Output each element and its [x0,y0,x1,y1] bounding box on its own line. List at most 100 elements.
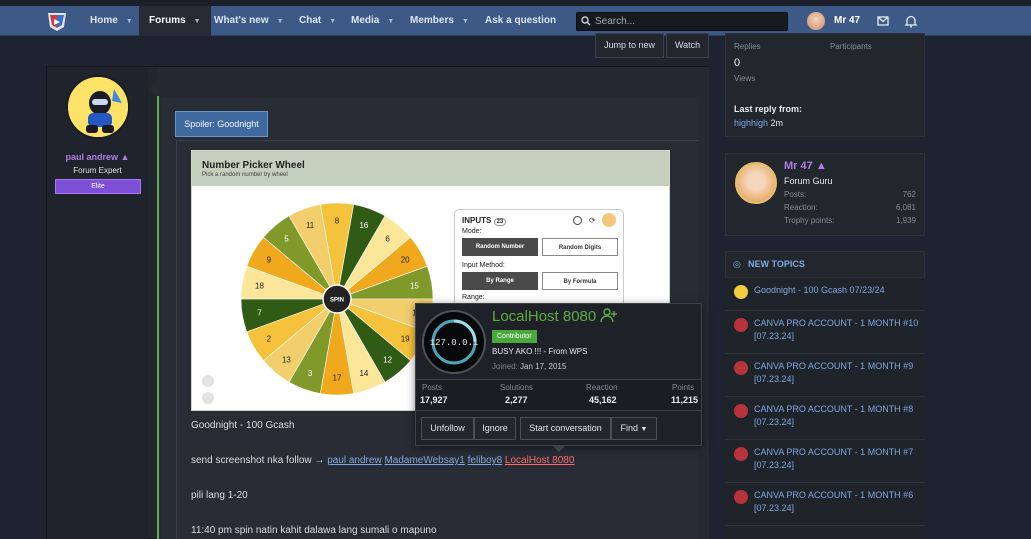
badge-icon: ▲ [120,152,130,162]
random-number-button[interactable]: Random Number [462,238,538,256]
wheel-number: 12 [383,355,392,364]
wheel-number: 19 [401,334,410,343]
list-item[interactable]: CANVA PRO ACCOUNT - 1 MONTH #7 [07.23.24… [725,440,925,483]
chevron-down-icon[interactable]: ▼ [194,7,201,37]
range-label: Range: [462,294,485,301]
list-item[interactable]: CANVA PRO ACCOUNT - 1 MONTH #10 [07.23.2… [725,311,925,354]
new-topics-icon: ◎ [733,259,741,269]
list-item[interactable]: CANVA PRO ACCOUNT - 1 MONTH #9 [07.23.24… [725,354,925,397]
reaction-label: Reaction: [784,203,818,212]
chevron-down-icon[interactable]: ▼ [329,7,336,37]
chevron-down-icon[interactable]: ▼ [126,7,133,37]
participants-label: Participants [830,42,872,51]
refresh-icon[interactable]: ⟳ [589,216,596,225]
post-highlight-bar [157,96,159,539]
start-conversation-button[interactable]: Start conversation [520,417,611,440]
nav-whats-new[interactable]: What's new ▼ [204,6,294,36]
spoiler-button[interactable]: Spoiler: Goodnight [175,111,268,137]
list-item[interactable]: CANVA PRO ACCOUNT - 1 MONTH #8 [07.23.24… [725,397,925,440]
tooltip-tail [553,446,565,452]
top-navbar: Home ▼ Forums ▼ What's new ▼ Chat ▼ Media ▼ M… [0,6,1031,36]
input-method-label: Input Method: [462,262,505,269]
eye-icon[interactable] [202,375,214,387]
stat-value: 17,927 [420,395,448,405]
search-placeholder: Search... [595,16,636,27]
avatar[interactable] [66,75,130,139]
thread-info-box: Replies Participants 0 Views Last reply … [725,33,925,137]
stat-label: Solutions [500,383,533,392]
avatar [734,318,748,332]
avatar [807,12,825,30]
nav-members[interactable]: Members ▼ [400,6,479,36]
wheel-title: Number Picker Wheel [202,160,305,171]
nav-ask-question[interactable]: Ask a question [475,6,566,36]
stat-value: 2,277 [505,395,528,405]
history-icon[interactable] [202,392,214,404]
last-reply-label: Last reply from: [734,104,803,114]
spin-label[interactable]: SPIN [330,298,344,304]
watch-button[interactable]: Watch [666,33,710,58]
nav-media[interactable]: Media ▼ [341,6,404,36]
search-input[interactable]: Search... [576,12,788,31]
add-user-icon[interactable] [600,307,618,323]
member-name[interactable]: LocalHost 8080 [492,307,618,325]
user-menu[interactable]: Mr 47 [807,11,867,31]
bell-icon[interactable] [902,12,920,30]
post-line-2: send screenshot nka follow → paul andrew… [191,455,575,466]
nav-chat[interactable]: Chat ▼ [289,6,346,36]
trophy-value: 1,939 [895,216,916,225]
avatar[interactable]: 127.0.0.1 [422,310,486,374]
last-reply-user[interactable]: highhigh [734,118,768,128]
list-item[interactable]: Goodnight - 100 Gcash 07/23/24 [725,278,925,311]
wheel-number: 11 [306,221,315,230]
wheel-number: 18 [255,281,264,290]
chevron-down-icon: ▼ [640,426,648,433]
unfollow-button[interactable]: Unfollow [421,417,474,440]
chevron-down-icon[interactable]: ▼ [462,7,469,37]
new-topics-title: NEW TOPICS [748,259,805,269]
envelope-icon[interactable] [874,12,892,30]
poster-title: Forum Expert [73,166,122,175]
member-stats: Posts 17,927 Solutions 2,277 Reaction 45… [416,379,701,411]
post-arrow [148,82,157,96]
chevron-down-icon[interactable]: ▼ [387,7,394,37]
mention-link[interactable]: paul andrew [327,455,381,466]
svg-text:127.0.0.1: 127.0.0.1 [430,338,479,348]
mention-link[interactable]: MadameWebsay1 [384,455,464,466]
mode-label: Mode: [462,228,482,235]
wheel-number: 7 [257,309,262,318]
poster-name[interactable]: paul andrew ▲ [47,152,148,162]
chevron-down-icon[interactable]: ▼ [277,7,284,37]
wheel-number: 15 [410,281,419,290]
wheel-subtitle: Pick a random number by wheel [202,172,288,178]
avatar[interactable] [735,162,777,204]
find-button[interactable]: Find ▼ [611,417,657,440]
member-joined: Joined: Jan 17, 2015 [492,362,567,371]
ignore-button[interactable]: Ignore [474,417,516,440]
info-icon[interactable] [602,213,616,227]
poster-badge: Elite [55,179,141,194]
avatar [734,285,748,299]
wheel-number: 20 [401,256,410,265]
jump-to-new-button[interactable]: Jump to new [595,33,665,58]
mention-link[interactable]: LocalHost 8080 [505,455,575,466]
site-logo-icon[interactable] [45,9,69,33]
stat-label: Points [672,383,695,392]
by-formula-button[interactable]: By Formula [542,272,618,290]
member-card-name[interactable]: Mr 47 ▲ [784,160,827,172]
nav-home[interactable]: Home ▼ [80,6,143,36]
eye-icon[interactable] [573,216,582,225]
views-label: Views [734,74,756,83]
list-item[interactable] [725,526,925,539]
mention-link[interactable]: feliboy8 [468,455,502,466]
list-item[interactable]: CANVA PRO ACCOUNT - 1 MONTH #6 [07.23.24… [725,483,925,526]
posts-value: 762 [902,190,916,199]
random-digits-button[interactable]: Random Digits [542,238,618,256]
by-range-button[interactable]: By Range [462,272,538,290]
avatar [734,447,748,461]
post-line-4: 11:40 pm spin natin kahit dalawa lang su… [191,525,437,536]
nav-forums[interactable]: Forums ▼ [139,6,211,36]
wheel-number: 14 [359,369,368,378]
wheel-number: 13 [282,355,291,364]
avatar [734,404,748,418]
